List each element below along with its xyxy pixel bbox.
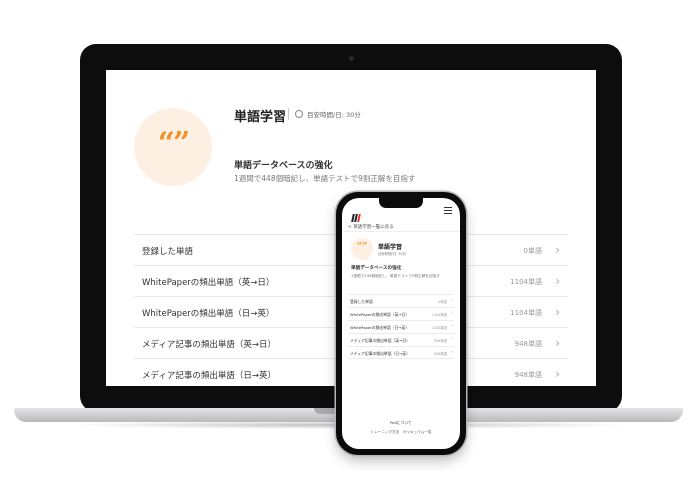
chevron-right-icon: › — [555, 243, 560, 257]
list-item-count: 0単語 — [438, 300, 447, 304]
list-item-count: 948単語 — [514, 340, 542, 348]
clock-icon — [295, 110, 303, 118]
list-item[interactable]: 登録した単語 0単語 › — [348, 294, 454, 307]
footer-about-link[interactable]: Pollについて — [342, 420, 460, 426]
footer-links[interactable]: トレーニング方法 カリキュラム一覧 — [342, 430, 460, 435]
list-item-label: 登録した単語 — [142, 247, 194, 257]
list-item-label: WhitePaperの頻出単語（英→日） — [142, 278, 275, 288]
list-item[interactable]: WhitePaperの頻出単語（日→英） 1104単語 › — [348, 320, 454, 333]
app-logo-icon[interactable] — [351, 207, 366, 222]
chevron-right-icon: › — [555, 336, 560, 350]
title-divider — [288, 108, 289, 120]
list-item-label: メディア記事の頻出単語（日→英） — [142, 371, 277, 381]
list-item-label: 登録した単語 — [350, 299, 373, 304]
list-item-label: WhitePaperの頻出単語（日→英） — [142, 309, 275, 319]
goal-title: 単語データベースの強化 — [351, 266, 402, 271]
chevron-right-icon: › — [451, 310, 453, 316]
phone-frame: < 英語学習一覧に戻る “” 単語学習 目安時間/日: 30分 単語データベース… — [336, 192, 466, 455]
phone-notch — [379, 198, 423, 208]
target-time: 目安時間/日: 30分 — [307, 111, 361, 119]
back-link[interactable]: < 英語学習一覧に戻る — [348, 224, 394, 230]
page-title: 単語学習 — [234, 110, 287, 125]
chevron-right-icon: › — [555, 274, 560, 288]
list-item-count: 1104単語 — [432, 313, 447, 317]
quote-icon: “” — [356, 242, 368, 252]
chevron-right-icon: › — [451, 349, 453, 355]
chevron-right-icon: › — [451, 336, 453, 342]
chevron-right-icon: › — [555, 305, 560, 319]
list-item-label: メディア記事の頻出単語（英→日） — [142, 340, 277, 350]
device-mockup: “” 単語学習 目安時間/日: 30分 単語データベースの強化 1週間で448個… — [0, 0, 697, 480]
list-item[interactable]: メディア記事の頻出単語（英→日） 948単語 › — [348, 333, 454, 346]
list-item-count: 948単語 — [514, 371, 542, 379]
list-item[interactable]: WhitePaperの頻出単語（英→日） 1104単語 › — [348, 307, 454, 320]
chevron-right-icon: › — [451, 323, 453, 329]
target-time: 目安時間/日: 30分 — [378, 252, 407, 256]
list-item-label: WhitePaperの頻出単語（英→日） — [350, 312, 410, 317]
list-item-count: 1104単語 — [510, 278, 542, 286]
list-item-count: 948単語 — [434, 339, 447, 343]
phone-screen: < 英語学習一覧に戻る “” 単語学習 目安時間/日: 30分 単語データベース… — [342, 198, 460, 449]
page-title: 単語学習 — [378, 244, 403, 251]
hamburger-menu-icon[interactable] — [444, 207, 452, 216]
quote-icon: “” — [157, 126, 191, 161]
list-item-count: 1104単語 — [432, 326, 447, 330]
list-item-label: メディア記事の頻出単語（英→日） — [350, 338, 410, 343]
goal-description: 1週間で448個暗記し、単語テストで9割正解を目指す — [234, 174, 416, 183]
list-item[interactable]: メディア記事の頻出単語（日→英） 948単語 › — [348, 346, 454, 359]
list-item-count: 948単語 — [434, 352, 447, 356]
chevron-right-icon: › — [555, 367, 560, 381]
hero-icon-circle: “” — [351, 238, 373, 260]
goal-title: 単語データベースの強化 — [234, 161, 333, 171]
goal-description: 1週間で448個暗記し、単語テストで9割正解を目指す — [351, 274, 441, 278]
header-divider — [342, 231, 460, 232]
list-item-count: 1104単語 — [510, 309, 542, 317]
list-item-count: 0単語 — [523, 247, 542, 255]
chevron-right-icon: › — [451, 297, 453, 303]
word-list: 登録した単語 0単語 › WhitePaperの頻出単語（英→日） 1104単語… — [348, 294, 454, 359]
list-item-label: WhitePaperの頻出単語（日→英） — [350, 325, 410, 330]
list-item-label: メディア記事の頻出単語（日→英） — [350, 351, 410, 356]
camera-icon — [349, 56, 354, 61]
hero-icon-circle: “” — [134, 108, 212, 186]
